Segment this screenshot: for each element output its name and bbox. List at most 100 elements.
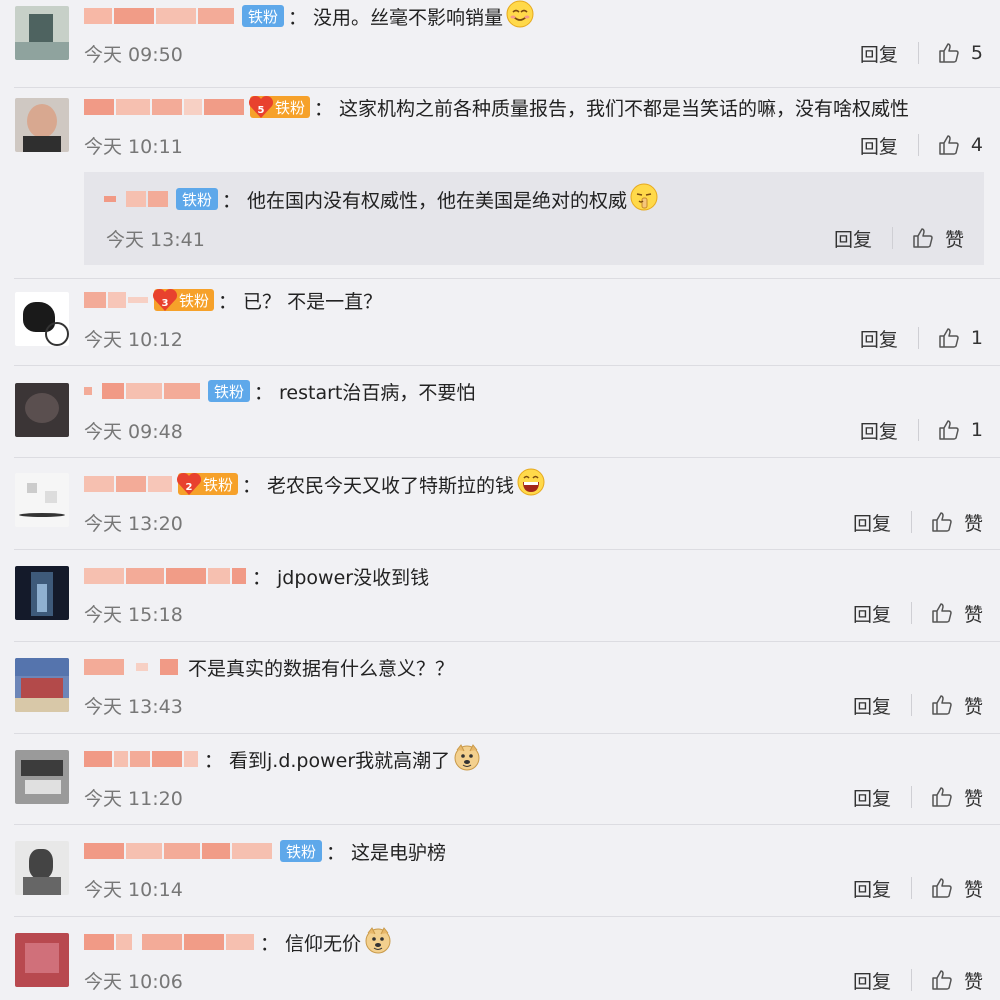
like-button[interactable]: 1: [937, 418, 983, 442]
reply-button[interactable]: 回复: [853, 784, 911, 811]
thumbs-up-icon: [932, 695, 952, 715]
comment-text: 这是电驴榜: [351, 841, 447, 864]
comment-time: 今天 09:48: [84, 420, 183, 443]
username-blurred[interactable]: [84, 5, 236, 27]
fan-badge[interactable]: 铁粉: [208, 380, 251, 402]
comment-item: 铁粉 ： 这是电驴榜 今天 10:14 回复 赞: [0, 825, 1000, 916]
thumbs-up-icon: [939, 420, 959, 440]
reply-button[interactable]: 回复: [860, 40, 918, 67]
like-button[interactable]: 赞: [930, 967, 983, 994]
comment-text: restart治百病，不要怕: [279, 381, 476, 404]
comment-item: 3 铁粉 ： 已？ 不是一直？ 今天 10:12 回复 1: [0, 279, 1000, 365]
doge-emoji-icon: [452, 742, 482, 777]
thumbs-up-icon: [939, 328, 959, 348]
comment-feed: 铁粉 ： 没用。丝毫不影响销量 今天 09:50 回复 5 5 铁粉 ： 这家机…: [0, 0, 1000, 1000]
like-button[interactable]: 1: [937, 326, 983, 350]
avatar[interactable]: [15, 566, 69, 620]
comment-item: ： 看到j.d.power我就高潮了 今天 11:20 回复 赞: [0, 734, 1000, 824]
like-button[interactable]: 赞: [930, 875, 983, 902]
like-count: 4: [970, 134, 983, 156]
comment-time: 今天 13:43: [84, 695, 183, 718]
comment-item: 铁粉 ： 没用。丝毫不影响销量 今天 09:50 回复 5: [0, 0, 1000, 87]
username-blurred[interactable]: [84, 565, 248, 587]
avatar[interactable]: [15, 473, 69, 527]
username-blurred[interactable]: [84, 840, 274, 862]
username-blurred[interactable]: [84, 473, 174, 495]
fan-level-badge[interactable]: 2 铁粉: [176, 472, 239, 495]
reply-button[interactable]: 回复: [853, 692, 911, 719]
like-button[interactable]: 4: [937, 133, 983, 157]
comment-text: 这家机构之前各种质量报告，我们不都是当笑话的嘛，没有啥权威性: [339, 97, 910, 120]
thumbs-up-icon: [939, 43, 959, 63]
heart-level-icon: 5: [248, 95, 274, 118]
like-label: 赞: [963, 970, 983, 993]
avatar[interactable]: [15, 6, 69, 60]
comment-time: 今天 10:06: [84, 970, 183, 993]
thumbs-up-icon: [932, 878, 952, 898]
like-button[interactable]: 5: [937, 41, 983, 65]
comment-time: 今天 10:14: [84, 878, 183, 901]
like-label: 赞: [944, 228, 964, 251]
heart-level-icon: 3: [152, 288, 178, 311]
comment-time: 今天 10:12: [84, 328, 183, 351]
reply-button[interactable]: 回复: [860, 417, 918, 444]
thumbs-up-icon: [932, 512, 952, 532]
comment-text: 老农民今天又收了特斯拉的钱: [267, 474, 515, 497]
avatar[interactable]: [15, 750, 69, 804]
reply-button[interactable]: 回复: [860, 325, 918, 352]
username-blurred[interactable]: [104, 188, 170, 210]
like-button[interactable]: 赞: [930, 784, 983, 811]
username-blurred[interactable]: [84, 96, 246, 118]
reply-button[interactable]: 回复: [853, 967, 911, 994]
avatar[interactable]: [15, 292, 69, 346]
comment-item: 2 铁粉 ： 老农民今天又收了特斯拉的钱 今天 13:20 回复 赞: [0, 458, 1000, 549]
reply-button[interactable]: 回复: [860, 132, 918, 159]
comment-text: 没用。丝毫不影响销量: [313, 6, 504, 29]
fan-level-badge[interactable]: 5 铁粉: [248, 95, 311, 118]
comment-time: 今天 15:18: [84, 603, 183, 626]
like-button[interactable]: 赞: [930, 509, 983, 536]
fan-badge[interactable]: 铁粉: [242, 5, 285, 27]
like-button[interactable]: 赞: [930, 600, 983, 627]
reply-button[interactable]: 回复: [853, 600, 911, 627]
like-label: 赞: [963, 603, 983, 626]
nested-reply: 铁粉 ： 他在国内没有权威性，他在美国是绝对的权威 今天 13:41 回复 赞: [84, 172, 984, 265]
avatar[interactable]: [15, 933, 69, 987]
comment-time: 今天 13:20: [84, 512, 183, 535]
like-count: 1: [970, 419, 983, 441]
like-label: 赞: [963, 512, 983, 535]
comment-text: 他在国内没有权威性，他在美国是绝对的权威: [247, 189, 628, 212]
avatar[interactable]: [15, 841, 69, 895]
username-blurred[interactable]: [84, 656, 180, 678]
like-count: 5: [970, 42, 983, 64]
like-label: 赞: [963, 878, 983, 901]
comment-time: 今天 10:11: [84, 135, 183, 158]
reply-button[interactable]: 回复: [834, 225, 892, 252]
fan-badge[interactable]: 铁粉: [280, 840, 323, 862]
fan-level-badge[interactable]: 3 铁粉: [152, 288, 215, 311]
comment-item: ： 信仰无价 今天 10:06 回复 赞: [0, 917, 1000, 1000]
comment-item: ： jdpower没收到钱 今天 15:18 回复 赞: [0, 550, 1000, 641]
avatar[interactable]: [15, 383, 69, 437]
thumbs-up-icon: [913, 228, 933, 248]
username-blurred[interactable]: [84, 748, 200, 770]
comment-text: 已？ 不是一直？: [243, 290, 383, 313]
doge-emoji-icon: [363, 925, 393, 960]
username-blurred[interactable]: [84, 380, 202, 402]
like-label: 赞: [963, 695, 983, 718]
reply-button[interactable]: 回复: [853, 875, 911, 902]
avatar[interactable]: [15, 98, 69, 152]
comment-time: 今天 09:50: [84, 43, 183, 66]
avatar[interactable]: [15, 658, 69, 712]
comment-item: 铁粉 ： restart治百病，不要怕 今天 09:48 回复 1: [0, 366, 1000, 456]
heart-level-icon: 2: [176, 472, 202, 495]
comment-text: 信仰无价: [285, 932, 362, 955]
reply-button[interactable]: 回复: [853, 509, 911, 536]
thumbs-up-icon: [939, 135, 959, 155]
like-button[interactable]: 赞: [911, 225, 964, 252]
like-button[interactable]: 赞: [930, 692, 983, 719]
username-blurred[interactable]: [84, 931, 256, 953]
fan-badge[interactable]: 铁粉: [176, 188, 219, 210]
thumbs-up-icon: [932, 603, 952, 623]
username-blurred[interactable]: [84, 289, 150, 311]
